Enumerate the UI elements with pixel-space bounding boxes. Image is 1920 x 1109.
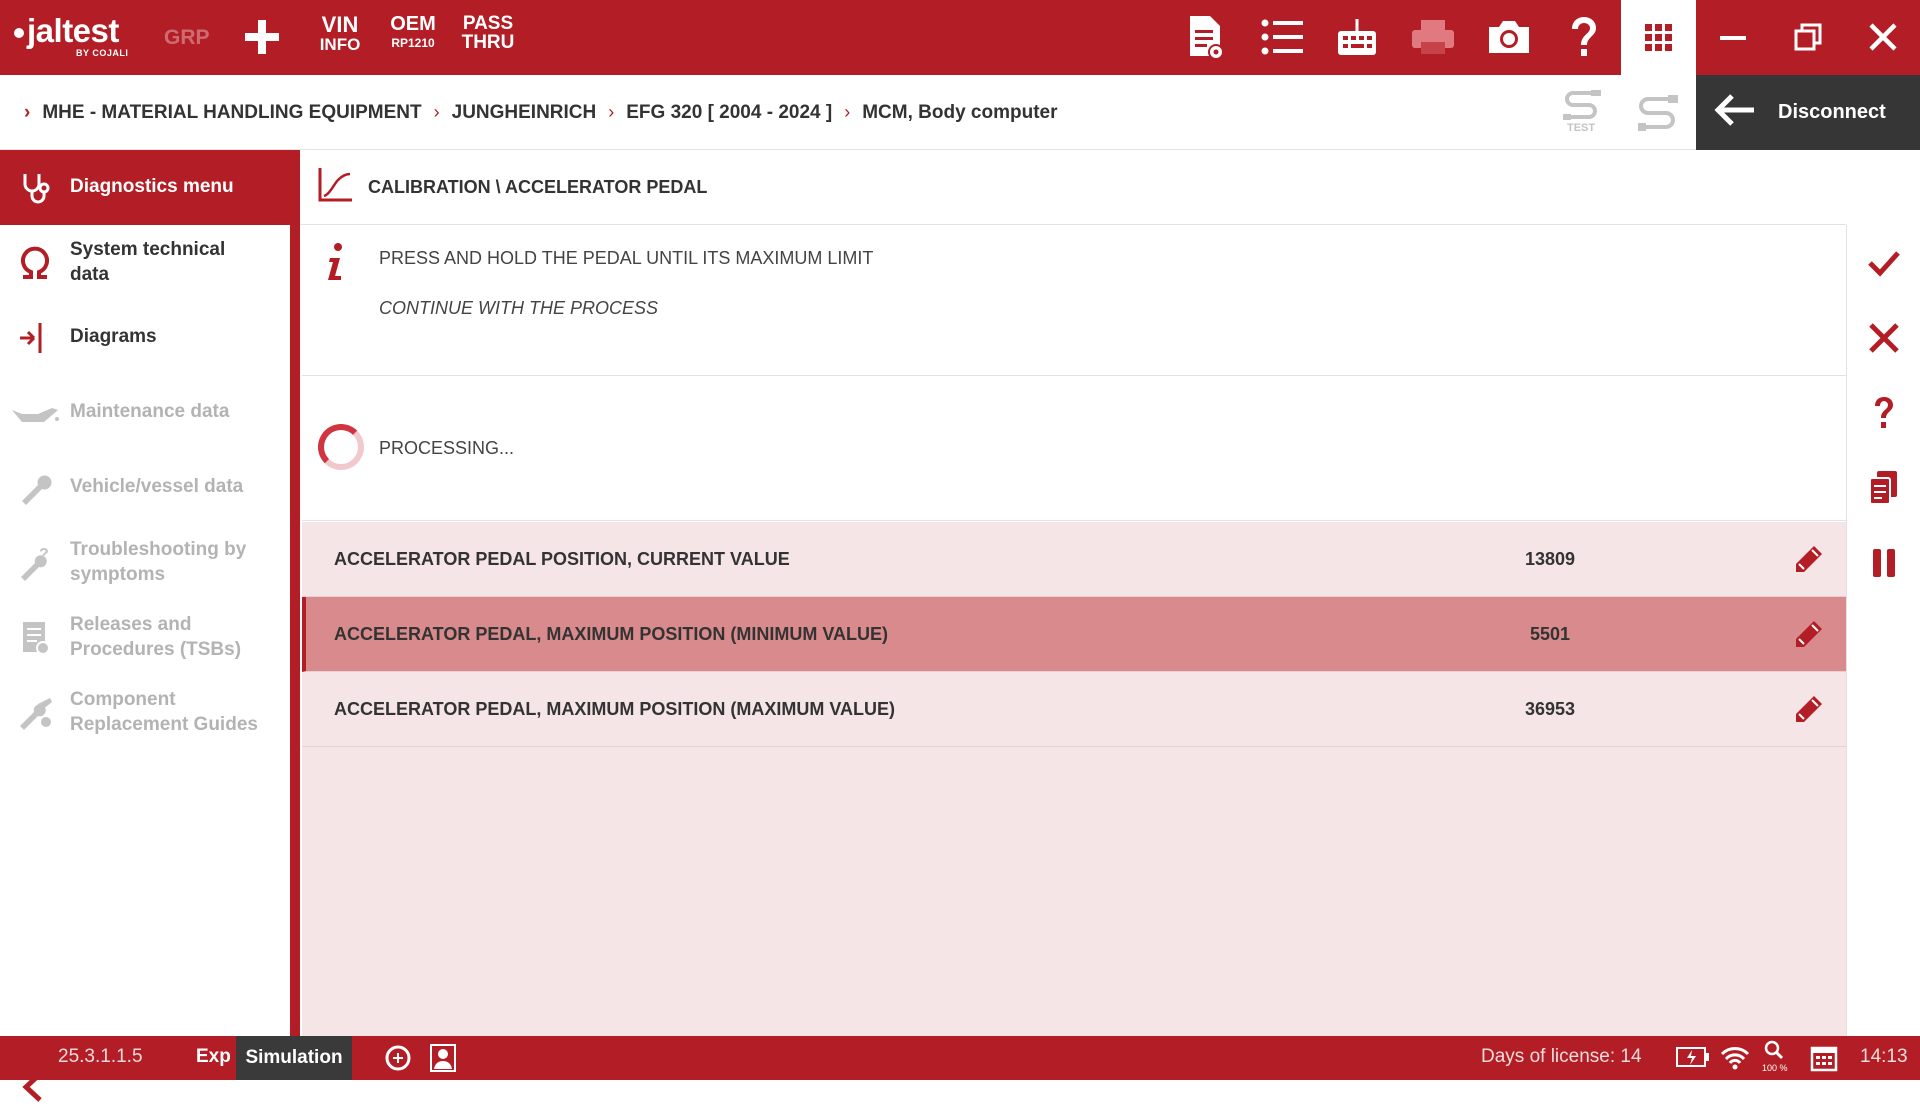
oil-can-icon [0, 400, 70, 426]
calendar-icon[interactable] [1810, 1044, 1838, 1077]
instruction-subtext: CONTINUE WITH THE PROCESS [379, 298, 659, 318]
status-bar: 25.3.1.1.5 Exp Simulation Days of licens… [0, 1036, 1920, 1080]
chevron-right-icon: › [433, 102, 440, 122]
instruction-text: PRESS AND HOLD THE PEDAL UNTIL ITS MAXIM… [379, 248, 874, 268]
oem-rp1210-button[interactable]: OEM RP1210 [384, 14, 442, 49]
restore-icon[interactable] [1783, 12, 1833, 62]
list-icon[interactable] [1257, 12, 1307, 62]
grp-button[interactable]: GRP [164, 26, 210, 50]
page-title: CALIBRATION \ ACCELERATOR PEDAL [368, 176, 708, 197]
breadcrumb: › MHE - MATERIAL HANDLING EQUIPMENT › JU… [24, 75, 1057, 150]
pencil-icon[interactable] [1790, 617, 1826, 658]
sidebar-item-vehicle-vessel-data: Vehicle/vessel data [0, 450, 290, 525]
vin-info-button[interactable]: VIN INFO [310, 14, 370, 54]
cancel-icon[interactable] [1847, 300, 1920, 375]
sidebar-item-system-technical-data[interactable]: System technical data [0, 225, 290, 300]
svg-text:?: ? [39, 546, 49, 563]
table-row[interactable]: ACCELERATOR PEDAL POSITION, CURRENT VALU… [302, 522, 1846, 597]
sidebar: Diagnostics menu System technical data D… [0, 150, 290, 1102]
sidebar-item-component-replacement: Component Replacement Guides [0, 675, 290, 750]
main-content: CALIBRATION \ ACCELERATOR PEDAL PRESS AN… [300, 150, 1846, 1036]
camera-icon[interactable] [1484, 12, 1534, 62]
breadcrumb-item-brand[interactable]: JUNGHEINRICH [452, 102, 597, 124]
clipboard-icon[interactable] [1847, 450, 1920, 525]
chevron-right-icon: › [844, 102, 851, 122]
sidebar-divider [290, 150, 300, 1036]
sidebar-item-maintenance-data: Maintenance data [0, 375, 290, 450]
table-row[interactable]: ACCELERATOR PEDAL, MAXIMUM POSITION (MAX… [302, 672, 1846, 747]
apps-grid-icon[interactable] [1621, 0, 1696, 75]
sidebar-item-troubleshooting: ? Troubleshooting by symptoms [0, 525, 290, 600]
help-icon[interactable] [1847, 375, 1920, 450]
pause-icon[interactable] [1847, 525, 1920, 600]
clock-time: 14:13 [1860, 1046, 1908, 1067]
disconnect-button[interactable]: Disconnect [1696, 75, 1920, 150]
zoom-icon[interactable]: 100 % [1762, 1040, 1788, 1073]
breadcrumb-item-category[interactable]: MHE - MATERIAL HANDLING EQUIPMENT [42, 102, 421, 124]
stethoscope-icon [0, 171, 70, 205]
close-icon[interactable] [1858, 12, 1908, 62]
calibration-header: CALIBRATION \ ACCELERATOR PEDAL [300, 150, 1846, 225]
top-toolbar: jaltest BY COJALI GRP VIN INFO OEM RP121… [0, 0, 1920, 75]
document-icon [0, 620, 70, 656]
accept-icon[interactable] [1847, 225, 1920, 300]
instruction-panel: PRESS AND HOLD THE PEDAL UNTIL ITS MAXIM… [302, 226, 1846, 376]
pencil-icon[interactable] [1790, 542, 1826, 583]
user-icon[interactable] [430, 1044, 456, 1077]
disconnect-label: Disconnect [1778, 101, 1886, 123]
jaltest-logo: jaltest BY COJALI [14, 12, 139, 60]
minimize-icon[interactable] [1708, 12, 1758, 62]
tools-question-icon: ? [0, 545, 70, 581]
pencil-icon[interactable] [1790, 692, 1826, 733]
test-connector-icon: TEST [1561, 89, 1605, 137]
chevron-right-icon: › [24, 101, 31, 123]
arrow-left-icon [1714, 93, 1756, 132]
wrench-icon [0, 471, 70, 505]
diagram-icon [0, 321, 70, 355]
table-row-selected[interactable]: ACCELERATOR PEDAL, MAXIMUM POSITION (MIN… [302, 597, 1846, 672]
processing-panel: PROCESSING... [302, 376, 1846, 521]
breadcrumb-item-system[interactable]: MCM, Body computer [862, 102, 1057, 124]
parameter-table: ACCELERATOR PEDAL POSITION, CURRENT VALU… [302, 522, 1846, 1036]
report-icon[interactable] [1180, 12, 1230, 62]
plus-icon[interactable] [237, 12, 287, 62]
pass-thru-button[interactable]: PASS THRU [458, 14, 518, 52]
simulation-badge: Simulation [236, 1036, 352, 1080]
breadcrumb-bar: › MHE - MATERIAL HANDLING EQUIPMENT › JU… [0, 75, 1920, 150]
keyboard-icon[interactable] [1332, 12, 1382, 62]
sidebar-item-diagnostics-menu[interactable]: Diagnostics menu [0, 150, 290, 225]
sync-icon[interactable] [384, 1044, 412, 1077]
graph-icon [316, 166, 354, 209]
chevron-right-icon: › [608, 102, 615, 122]
omega-icon [0, 246, 70, 280]
license-days: Days of license: 14 [1481, 1046, 1642, 1067]
action-column [1846, 225, 1920, 1036]
printer-icon [1408, 12, 1458, 62]
info-icon [326, 242, 346, 287]
connector-icon [1636, 93, 1682, 138]
version-label: 25.3.1.1.5 [58, 1046, 143, 1067]
battery-icon [1676, 1046, 1710, 1073]
sidebar-item-diagrams[interactable]: Diagrams [0, 300, 290, 375]
spinner-icon [318, 424, 364, 470]
tools-icon [0, 696, 70, 730]
exp-label: Exp [196, 1046, 231, 1067]
breadcrumb-item-model[interactable]: EFG 320 [ 2004 - 2024 ] [626, 102, 832, 124]
sidebar-item-releases-procedures: Releases and Procedures (TSBs) [0, 600, 290, 675]
processing-status: PROCESSING... [379, 438, 515, 458]
wifi-icon [1720, 1046, 1750, 1075]
help-icon[interactable] [1559, 12, 1609, 62]
